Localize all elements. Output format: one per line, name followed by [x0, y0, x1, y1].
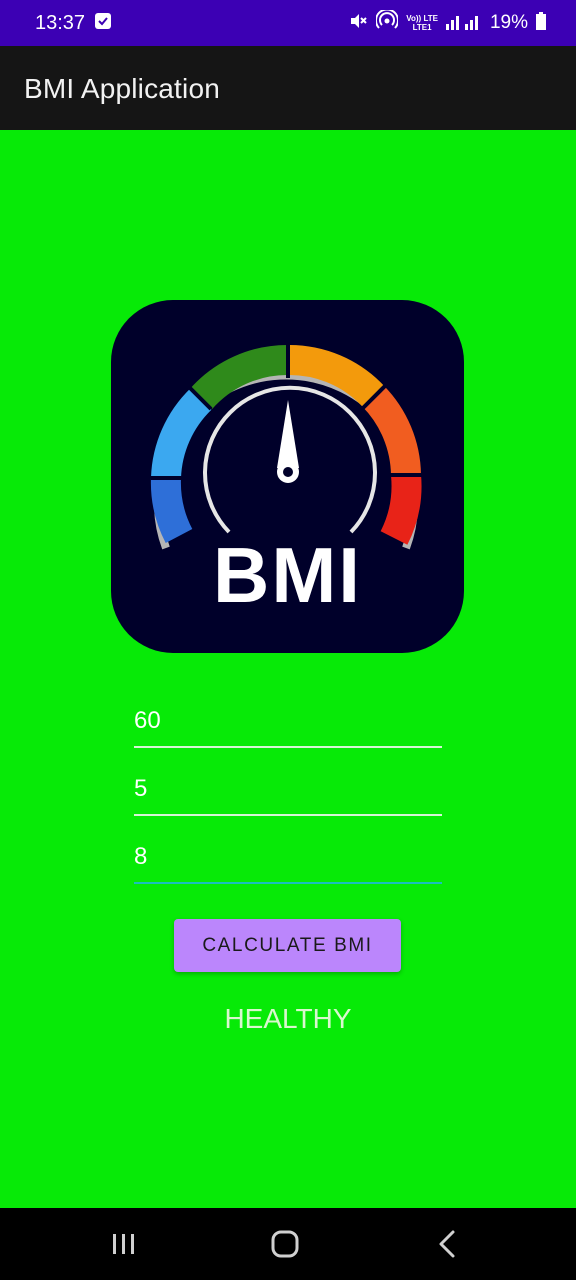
back-icon[interactable]	[427, 1226, 467, 1262]
status-time: 13:37	[35, 12, 86, 34]
hotspot-icon	[375, 8, 400, 37]
navigation-bar	[0, 1208, 576, 1280]
weight-input[interactable]: 60	[134, 698, 442, 748]
weight-input-underline	[134, 746, 442, 748]
bmi-result-text: HEALTHY	[224, 1003, 352, 1034]
weight-input-value: 60	[134, 707, 161, 734]
battery-percent: 19%	[489, 12, 528, 33]
height-inches-input-underline	[134, 882, 442, 884]
app-bar: BMI Application	[0, 46, 576, 130]
height-feet-input-value: 5	[134, 775, 148, 802]
volte-top-text: Vo)) LTE	[406, 14, 438, 23]
signal-icon	[445, 12, 482, 35]
height-inches-input[interactable]: 8	[134, 834, 442, 884]
battery-icon	[536, 11, 546, 35]
height-feet-input-underline	[134, 814, 442, 816]
height-feet-input[interactable]: 5	[134, 766, 442, 816]
mute-icon	[348, 11, 368, 36]
app-title: BMI Application	[24, 73, 220, 104]
status-bar: 13:37 Vo)) LTE LTE1 19%	[0, 0, 576, 46]
volte-bottom-text: LTE1	[412, 23, 432, 32]
logo-text: BMI	[213, 531, 362, 619]
home-icon[interactable]	[265, 1226, 305, 1262]
volte-indicator: Vo)) LTE LTE1	[406, 14, 438, 32]
recent-apps-icon[interactable]	[104, 1226, 144, 1262]
bmi-logo: BMI	[111, 300, 464, 653]
calculate-bmi-button[interactable]: CALCULATE BMI	[174, 919, 401, 972]
height-inches-input-value: 8	[134, 843, 148, 870]
status-icons: Vo)) LTE LTE1 19%	[348, 8, 546, 37]
check-notification-icon	[95, 13, 111, 29]
